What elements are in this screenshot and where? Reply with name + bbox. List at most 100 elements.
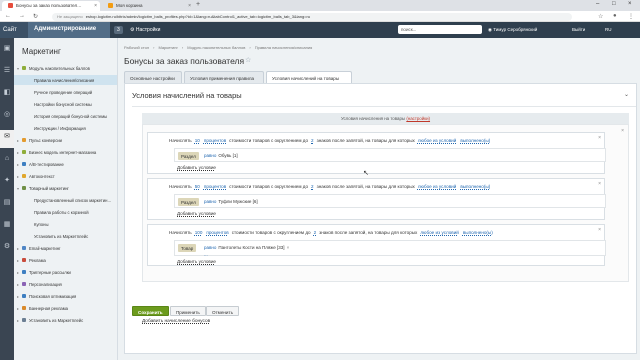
amount-value[interactable]: 10 (195, 138, 200, 143)
remove-rule-icon[interactable]: × (598, 181, 601, 187)
sidebar-item[interactable]: ▸ Триггерные рассылки (14, 267, 117, 277)
unit-select[interactable]: процентов (206, 230, 228, 235)
reload-icon[interactable]: ↻ (33, 13, 38, 20)
decimals-value[interactable]: 2 (311, 138, 314, 143)
decimals-value[interactable]: 2 (311, 184, 314, 189)
conditions-settings-link[interactable]: (настройки) (406, 116, 430, 121)
add-condition-link[interactable]: Добавить условие (177, 165, 216, 170)
minimize-icon[interactable]: – (596, 1, 599, 7)
chevron-right-icon[interactable]: ▸ (17, 306, 19, 311)
module-landing-button[interactable]: ◧ (0, 86, 14, 104)
menu-icon[interactable]: ⋮ (628, 13, 634, 20)
new-tab-icon[interactable]: + (196, 1, 200, 8)
chevron-right-icon[interactable]: ▸ (17, 294, 19, 299)
module-settings-button[interactable]: ⚙ (0, 240, 14, 258)
breadcrumb-item[interactable]: Маркетинг (158, 45, 177, 50)
admin-search-input[interactable]: поиск... (398, 25, 482, 34)
add-condition-link[interactable]: Добавить условие (177, 211, 216, 216)
logic-select[interactable]: любое из условий (418, 184, 457, 189)
condition-value[interactable]: равно Пантолеты Кости на Пляже [33] × (204, 245, 289, 250)
amount-value[interactable]: 100 (195, 230, 203, 235)
breadcrumb-item[interactable]: Модуль накопительных баллов (187, 45, 245, 50)
url-input[interactable]: Не защищено eshop.logictim.ru/bitrix/admi… (52, 12, 572, 21)
sidebar-item[interactable]: Предустановленный список маркетин… (14, 195, 117, 205)
maximize-icon[interactable]: □ (612, 1, 616, 7)
chevron-right-icon[interactable]: ▸ (17, 162, 19, 167)
equals-select[interactable]: равно (204, 153, 216, 158)
settings-link[interactable]: ⚙ Настройки (130, 27, 160, 33)
chevron-right-icon[interactable]: ▸ (17, 318, 19, 323)
cancel-button[interactable]: Отменить (206, 306, 239, 316)
module-crm-button[interactable]: ◎ (0, 108, 14, 126)
sidebar-item[interactable]: История операций бонусной системы (14, 111, 117, 121)
sidebar-item[interactable]: Инструкции / Информация (14, 123, 117, 133)
module-store-button[interactable]: ⌂ (0, 152, 14, 170)
equals-select[interactable]: равно (204, 245, 216, 250)
condition-value[interactable]: равно Туфли Мужские [6] (204, 199, 258, 204)
admin-mode-button[interactable]: Администрирование (28, 22, 110, 38)
remove-rule-icon[interactable]: × (598, 227, 601, 233)
sidebar-item[interactable]: ▾ Модуль накопительных баллов (14, 63, 117, 73)
module-desktop-button[interactable]: ▣ (0, 42, 14, 60)
logic-select[interactable]: любое из условий (418, 138, 457, 143)
sidebar-item[interactable]: ▸ Бизнес модель интернет-магазина (14, 147, 117, 157)
forward-icon[interactable]: → (19, 13, 25, 19)
breadcrumb-item[interactable]: Рабочий стол (124, 45, 149, 50)
breadcrumb-item[interactable]: Правила начисления/списания (255, 45, 313, 50)
sidebar-item[interactable]: ▸ Установить из Маркетплейс (14, 315, 117, 325)
unit-select[interactable]: процентов (204, 138, 226, 143)
sidebar-item[interactable]: ▸ Пульс конверсии (14, 135, 117, 145)
module-analytics-button[interactable]: ▤ (0, 196, 14, 214)
site-mode-button[interactable]: Сайт (0, 22, 28, 38)
unit-select[interactable]: процентов (204, 184, 226, 189)
close-tab-icon[interactable]: × (94, 3, 97, 9)
browser-tab-cart[interactable]: Моя корзина × (102, 1, 194, 11)
chevron-right-icon[interactable]: ▸ (17, 258, 19, 263)
save-button[interactable]: Сохранить (132, 306, 169, 316)
sidebar-item[interactable]: Купоны (14, 219, 117, 229)
sidebar-item[interactable]: Правила начисления/списания (14, 75, 117, 85)
chevron-right-icon[interactable]: ▸ (17, 138, 19, 143)
more-values-link[interactable]: ... (204, 252, 208, 257)
chevron-down-icon[interactable]: ▾ (17, 66, 19, 71)
remove-value-icon[interactable]: × (287, 245, 290, 250)
decimals-value[interactable]: 2 (314, 230, 317, 235)
module-services-button[interactable]: ✦ (0, 174, 14, 192)
remove-rule-icon[interactable]: × (598, 135, 601, 141)
notifications-badge[interactable]: 3 (114, 26, 123, 34)
add-condition-link[interactable]: Добавить условие (177, 259, 216, 264)
chevron-right-icon[interactable]: ▸ (17, 282, 19, 287)
sidebar-item[interactable]: ▾ Товарный маркетинг (14, 183, 117, 193)
close-tab-icon[interactable]: × (188, 3, 191, 9)
tab-rule-conditions[interactable]: Условия применения правила (184, 71, 264, 83)
sidebar-item[interactable]: Установить из Маркетплейс (14, 231, 117, 241)
state-select[interactable]: выполнено(ы) (460, 184, 490, 189)
chevron-right-icon[interactable]: ▸ (17, 174, 19, 179)
sidebar-item[interactable]: Настройки бонусной системы (14, 99, 117, 109)
state-select[interactable]: выполнено(ы) (460, 138, 490, 143)
sidebar-item[interactable]: ▸ Email-маркетинг (14, 243, 117, 253)
browser-tab-active[interactable]: Бонусы за заказ пользовател… × (2, 1, 100, 11)
account-icon[interactable]: ● (613, 13, 617, 19)
equals-select[interactable]: равно (204, 199, 216, 204)
chevron-right-icon[interactable]: ▸ (17, 246, 19, 251)
sidebar-item[interactable]: ▸ Реклама (14, 255, 117, 265)
tab-main-settings[interactable]: Основные настройки (124, 71, 182, 83)
module-marketplace-button[interactable]: ▦ (0, 218, 14, 236)
sidebar-item[interactable]: ▸ Автоконтекст (14, 171, 117, 181)
favorite-star-icon[interactable]: ☆ (245, 56, 251, 64)
sidebar-item[interactable]: ▸ Персонализация (14, 279, 117, 289)
bookmark-star-icon[interactable]: ☆ (598, 13, 603, 20)
sidebar-item[interactable]: ▸ Баннерная реклама (14, 303, 117, 313)
close-icon[interactable]: × (621, 128, 624, 134)
logic-select[interactable]: любое из условий (420, 230, 459, 235)
sidebar-item[interactable]: ▸ Поисковая оптимизация (14, 291, 117, 301)
chevron-right-icon[interactable]: ▸ (17, 150, 19, 155)
apply-button[interactable]: Применить (170, 306, 206, 316)
module-content-button[interactable]: ☰ (0, 64, 14, 82)
collapse-chevron-icon[interactable]: ⌄ (624, 91, 629, 98)
chevron-right-icon[interactable]: ▸ (17, 270, 19, 275)
module-marketing-button[interactable]: ✉ (0, 130, 14, 148)
back-icon[interactable]: ← (5, 13, 11, 19)
window-close-icon[interactable]: × (628, 1, 632, 7)
